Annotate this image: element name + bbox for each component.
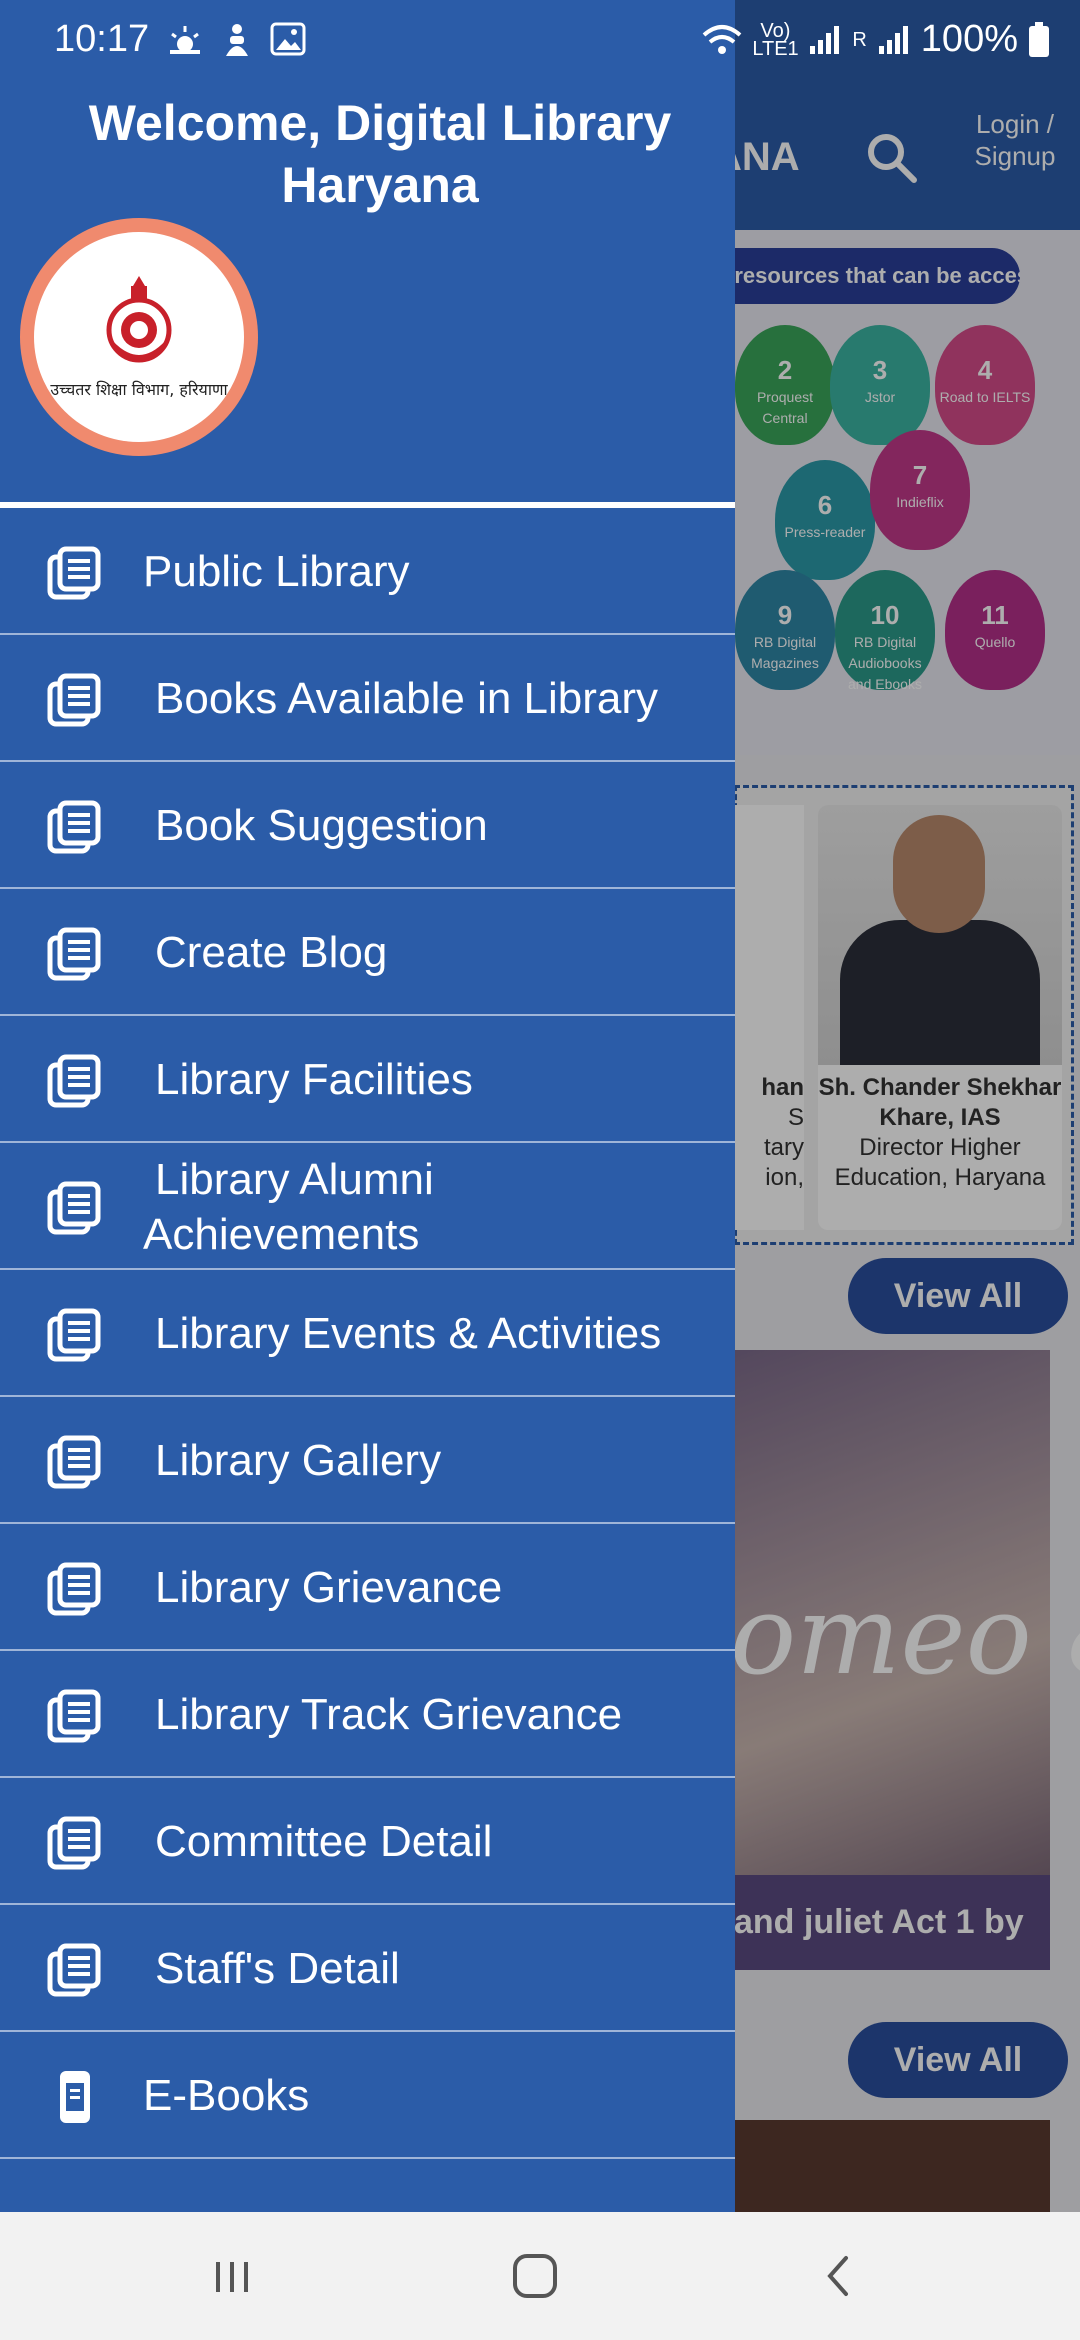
signal-icon (810, 25, 840, 54)
drawer-item-library-gallery[interactable]: Library Gallery (0, 1397, 735, 1524)
system-navigation-bar (0, 2212, 1080, 2340)
wifi-icon (703, 24, 742, 54)
library-list-icon (46, 1688, 102, 1744)
drawer-item-label: Library Grievance (155, 1562, 503, 1612)
drawer-menu: Public Library Books Available in Library… (0, 508, 735, 2159)
drawer-item-library-alumni-achievements[interactable]: Library Alumni Achievements (0, 1143, 735, 1270)
battery-percent: 100% (920, 18, 1018, 60)
drawer-item-label: Books Available in Library (155, 673, 659, 723)
weather-icon (170, 26, 200, 54)
library-list-icon (46, 926, 102, 982)
drawer-item-library-events-activities[interactable]: Library Events & Activities (0, 1270, 735, 1397)
status-time: 10:17 (54, 18, 150, 60)
drawer-item-books-available-in-library[interactable]: Books Available in Library (0, 635, 735, 762)
status-right: Vo) LTE1 R 100% (702, 18, 1050, 61)
library-list-icon (46, 1180, 102, 1236)
drawer-item-book-suggestion[interactable]: Book Suggestion (0, 762, 735, 889)
library-list-icon (46, 1434, 102, 1490)
gallery-icon (270, 22, 306, 56)
emblem-icon (106, 276, 172, 363)
drawer-item-label: Staff's Detail (155, 1943, 400, 1993)
library-list-icon (46, 672, 102, 728)
drawer-item-label: Library Track Grievance (155, 1689, 623, 1739)
drawer-item-label: Library Events & Activities (155, 1308, 662, 1358)
notification-icons (166, 22, 306, 60)
library-list-icon (46, 1942, 102, 1998)
library-list-icon (46, 1053, 102, 1109)
status-bar: 10:17 Vo) LTE1 R 100% (0, 0, 1080, 84)
recent-apps-icon[interactable] (202, 2246, 262, 2306)
drawer-item-label: Create Blog (155, 927, 388, 977)
library-list-icon (46, 1307, 102, 1363)
drawer-item-label: Committee Detail (155, 1816, 493, 1866)
drawer-item-label: Book Suggestion (155, 800, 488, 850)
drawer-item-committee-detail[interactable]: Committee Detail (0, 1778, 735, 1905)
drawer-item-label: Library Facilities (155, 1054, 473, 1104)
battery-icon (1029, 21, 1049, 57)
drawer-item-library-track-grievance[interactable]: Library Track Grievance (0, 1651, 735, 1778)
drawer-item-label: Public Library (143, 546, 410, 596)
logo-text: उच्चतर शिक्षा विभाग, हरियाणा (50, 380, 228, 399)
library-list-icon (46, 1561, 102, 1617)
drawer-item-label: Library Gallery (155, 1435, 442, 1485)
drawer-item-label: E-Books (143, 2070, 310, 2120)
roaming-indicator: R (852, 28, 867, 51)
drawer-item-public-library[interactable]: Public Library (0, 508, 735, 635)
drawer-item-create-blog[interactable]: Create Blog (0, 889, 735, 1016)
drawer-item-label: Library Alumni Achievements (143, 1154, 434, 1259)
drawer-title: Welcome, Digital Library Haryana (88, 95, 672, 213)
department-logo: उच्चतर शिक्षा विभाग, हरियाणा (20, 218, 258, 456)
navigation-drawer: Welcome, Digital Library Haryana उच्चतर … (0, 0, 735, 2212)
back-icon[interactable] (808, 2246, 868, 2306)
library-list-icon (46, 545, 102, 601)
drawer-item-e-books[interactable]: E-Books (0, 2032, 735, 2159)
library-list-icon (46, 1815, 102, 1871)
signal-icon (878, 25, 908, 54)
ebook-icon (46, 2069, 102, 2125)
home-icon[interactable] (505, 2246, 565, 2306)
drawer-item-library-facilities[interactable]: Library Facilities (0, 1016, 735, 1143)
drawer-item-library-grievance[interactable]: Library Grievance (0, 1524, 735, 1651)
logo-inner: उच्चतर शिक्षा विभाग, हरियाणा (34, 232, 244, 442)
accessibility-icon (226, 24, 248, 56)
drawer-item-staff-s-detail[interactable]: Staff's Detail (0, 1905, 735, 2032)
library-list-icon (46, 799, 102, 855)
network-type: Vo) LTE1 (752, 19, 799, 60)
